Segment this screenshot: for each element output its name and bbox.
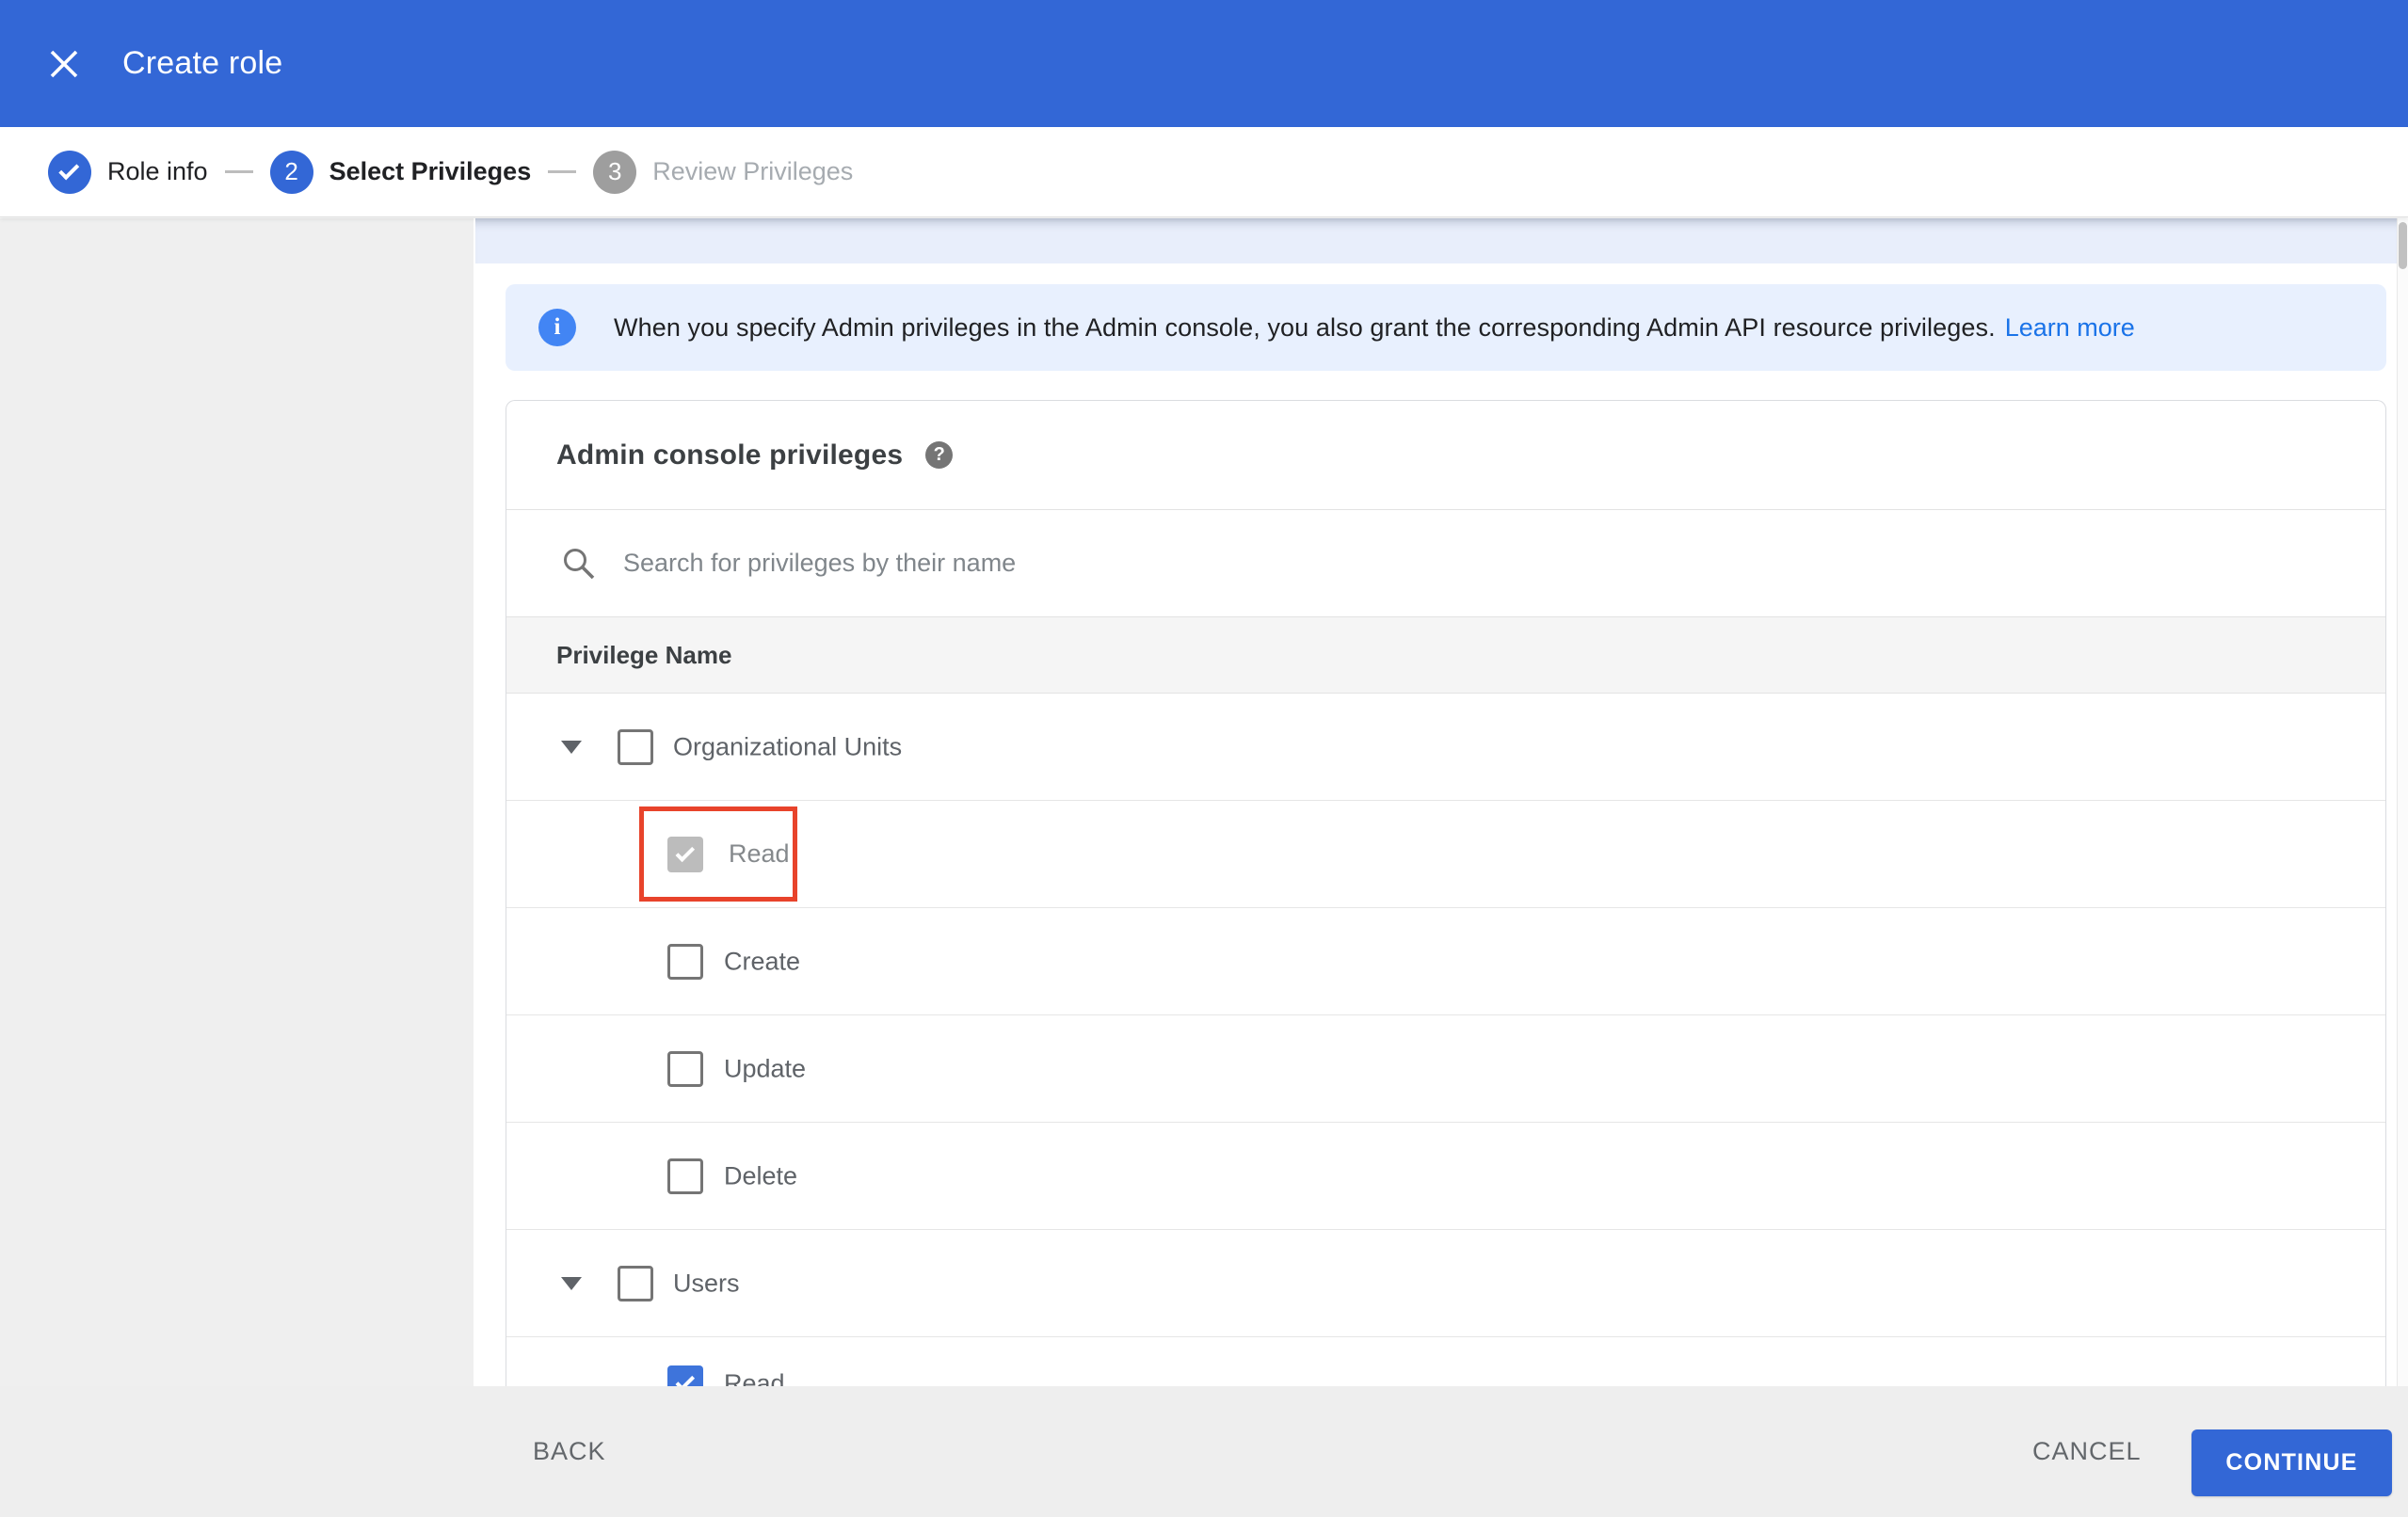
stepper: Role info 2 Select Privileges 3 Review P… bbox=[0, 127, 2408, 217]
table-header: Privilege Name bbox=[506, 616, 2385, 694]
step-separator bbox=[224, 170, 253, 173]
users-read-checkbox-checked[interactable] bbox=[667, 1365, 703, 1386]
privilege-row-ou-delete: Delete bbox=[506, 1123, 2385, 1230]
left-gutter bbox=[0, 218, 474, 1386]
page-title: Create role bbox=[122, 45, 283, 81]
privilege-row-users-read: Read bbox=[506, 1337, 2385, 1386]
step2-label: Select Privileges bbox=[329, 157, 532, 185]
create-checkbox[interactable] bbox=[667, 943, 703, 980]
privilege-label: Read bbox=[724, 1369, 785, 1386]
info-icon: i bbox=[538, 309, 576, 346]
organizational-units-checkbox[interactable] bbox=[618, 728, 653, 765]
admin-console-privileges-panel: Admin console privileges ? Privilege Nam… bbox=[506, 400, 2386, 1386]
users-checkbox[interactable] bbox=[618, 1265, 653, 1301]
search-row bbox=[506, 509, 2385, 616]
panel-title: Admin console privileges bbox=[556, 439, 904, 471]
step-select-privileges[interactable]: 2 Select Privileges bbox=[269, 150, 532, 194]
close-icon[interactable] bbox=[43, 43, 85, 85]
back-button[interactable]: BACK bbox=[533, 1386, 606, 1517]
check-icon bbox=[675, 1371, 695, 1386]
step-role-info[interactable]: Role info bbox=[48, 150, 208, 194]
privilege-row-ou-update: Update bbox=[506, 1015, 2385, 1123]
read-checkbox-checked[interactable] bbox=[667, 836, 703, 872]
scrolled-content-edge bbox=[475, 218, 2398, 263]
privilege-label: Users bbox=[673, 1269, 740, 1297]
step-separator bbox=[548, 170, 577, 173]
panel-title-row: Admin console privileges ? bbox=[506, 401, 2385, 509]
search-input[interactable] bbox=[623, 549, 2129, 578]
highlight-rectangle: Read bbox=[639, 806, 797, 902]
privilege-row-ou-create: Create bbox=[506, 908, 2385, 1015]
check-icon bbox=[58, 159, 80, 181]
x-icon bbox=[50, 50, 78, 78]
step1-label: Role info bbox=[107, 157, 208, 185]
step2-circle: 2 bbox=[269, 150, 313, 194]
help-icon[interactable]: ? bbox=[925, 441, 954, 469]
privilege-row-ou-read: Read bbox=[506, 801, 2385, 908]
privilege-label: Read bbox=[729, 839, 790, 868]
info-banner: i When you specify Admin privileges in t… bbox=[506, 284, 2386, 371]
create-role-dialog: Create role Role info 2 Select Privilege… bbox=[0, 0, 2408, 1517]
continue-button[interactable]: CONTINUE bbox=[2191, 1429, 2392, 1496]
collapse-arrow-icon[interactable] bbox=[561, 1276, 582, 1290]
cancel-button[interactable]: CANCEL bbox=[2032, 1386, 2142, 1517]
content-scroll-area: i When you specify Admin privileges in t… bbox=[474, 218, 2408, 1386]
step1-completed-circle bbox=[48, 150, 91, 194]
learn-more-link[interactable]: Learn more bbox=[2005, 313, 2135, 343]
privilege-label: Create bbox=[724, 947, 801, 975]
footer-action-bar: BACK CANCEL CONTINUE bbox=[0, 1386, 2408, 1517]
privilege-label: Organizational Units bbox=[673, 732, 903, 760]
privilege-name-column-header: Privilege Name bbox=[556, 640, 732, 669]
update-checkbox[interactable] bbox=[667, 1050, 703, 1087]
step3-circle: 3 bbox=[593, 150, 637, 194]
vertical-scrollbar[interactable] bbox=[2397, 218, 2408, 1386]
privilege-row-organizational-units: Organizational Units bbox=[506, 694, 2385, 801]
check-icon bbox=[675, 842, 695, 862]
scrollbar-thumb[interactable] bbox=[2399, 222, 2407, 269]
step-review-privileges[interactable]: 3 Review Privileges bbox=[593, 150, 854, 194]
privilege-label: Delete bbox=[724, 1161, 798, 1190]
privilege-label: Update bbox=[724, 1054, 807, 1082]
step3-label: Review Privileges bbox=[652, 157, 854, 185]
search-icon bbox=[564, 548, 595, 579]
app-bar: Create role bbox=[0, 0, 2408, 127]
delete-checkbox[interactable] bbox=[667, 1158, 703, 1194]
banner-text: When you specify Admin privileges in the… bbox=[614, 312, 1996, 342]
privilege-row-users: Users bbox=[506, 1230, 2385, 1337]
collapse-arrow-icon[interactable] bbox=[561, 740, 582, 754]
